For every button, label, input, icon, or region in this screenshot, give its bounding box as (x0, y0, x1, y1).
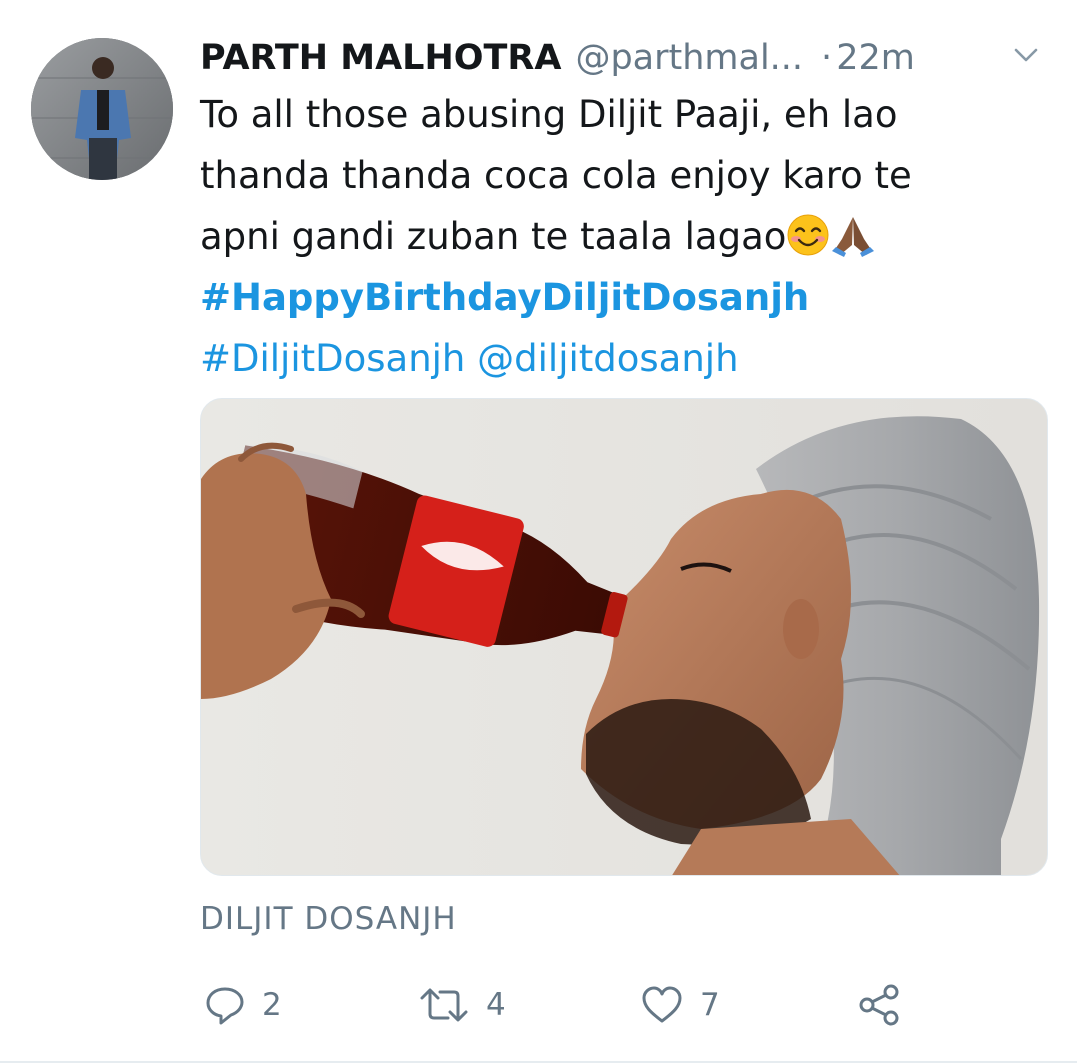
tweet-text-line: thanda thanda coca cola enjoy karo te (200, 154, 912, 197)
author-handle[interactable]: @parthmal... (575, 38, 803, 78)
reply-button[interactable]: 2 (204, 975, 282, 1035)
media-image[interactable] (200, 398, 1048, 876)
hashtag-link[interactable]: #HappyBirthdayDiljitDosanjh (200, 267, 1060, 328)
tweet-text-segment: apni gandi zuban te taala lagao (200, 215, 787, 258)
author-name[interactable]: PARTH MALHOTRA (200, 38, 561, 78)
timestamp[interactable]: 22m (836, 38, 915, 78)
retweet-icon (420, 988, 468, 1022)
mention-link[interactable]: @diljitdosanjh (477, 337, 738, 380)
tweet-text-line: #DiljitDosanjh @diljitdosanjh (200, 328, 1060, 389)
like-count: 7 (700, 987, 720, 1023)
separator-dot: · (821, 38, 833, 78)
reply-icon (206, 987, 244, 1025)
reply-count: 2 (262, 987, 282, 1023)
card-source-label: DILJIT DOSANJH (200, 901, 457, 937)
retweet-count: 4 (486, 987, 506, 1023)
tweet-header: PARTH MALHOTRA @parthmal... · 22m (200, 30, 1047, 86)
chevron-down-icon[interactable] (1011, 40, 1041, 70)
retweet-button[interactable]: 4 (418, 975, 506, 1035)
tweet-text-line: apni gandi zuban te taala lagao (200, 206, 1060, 267)
tweet-actions: 2 4 7 (200, 975, 920, 1035)
share-icon (859, 984, 899, 1026)
share-button[interactable] (858, 975, 902, 1035)
avatar[interactable] (31, 38, 173, 180)
like-button[interactable]: 7 (640, 975, 720, 1035)
tweet[interactable]: PARTH MALHOTRA @parthmal... · 22m To all… (0, 0, 1077, 1063)
folded-hands-emoji (832, 216, 875, 257)
tweet-text: To all those abusing Diljit Paaji, eh la… (200, 84, 1060, 389)
tweet-text-line: To all those abusing Diljit Paaji, eh la… (200, 93, 898, 136)
hashtag-link[interactable]: #DiljitDosanjh (200, 337, 465, 380)
smiling-face-emoji (787, 214, 829, 255)
heart-icon (642, 986, 682, 1023)
